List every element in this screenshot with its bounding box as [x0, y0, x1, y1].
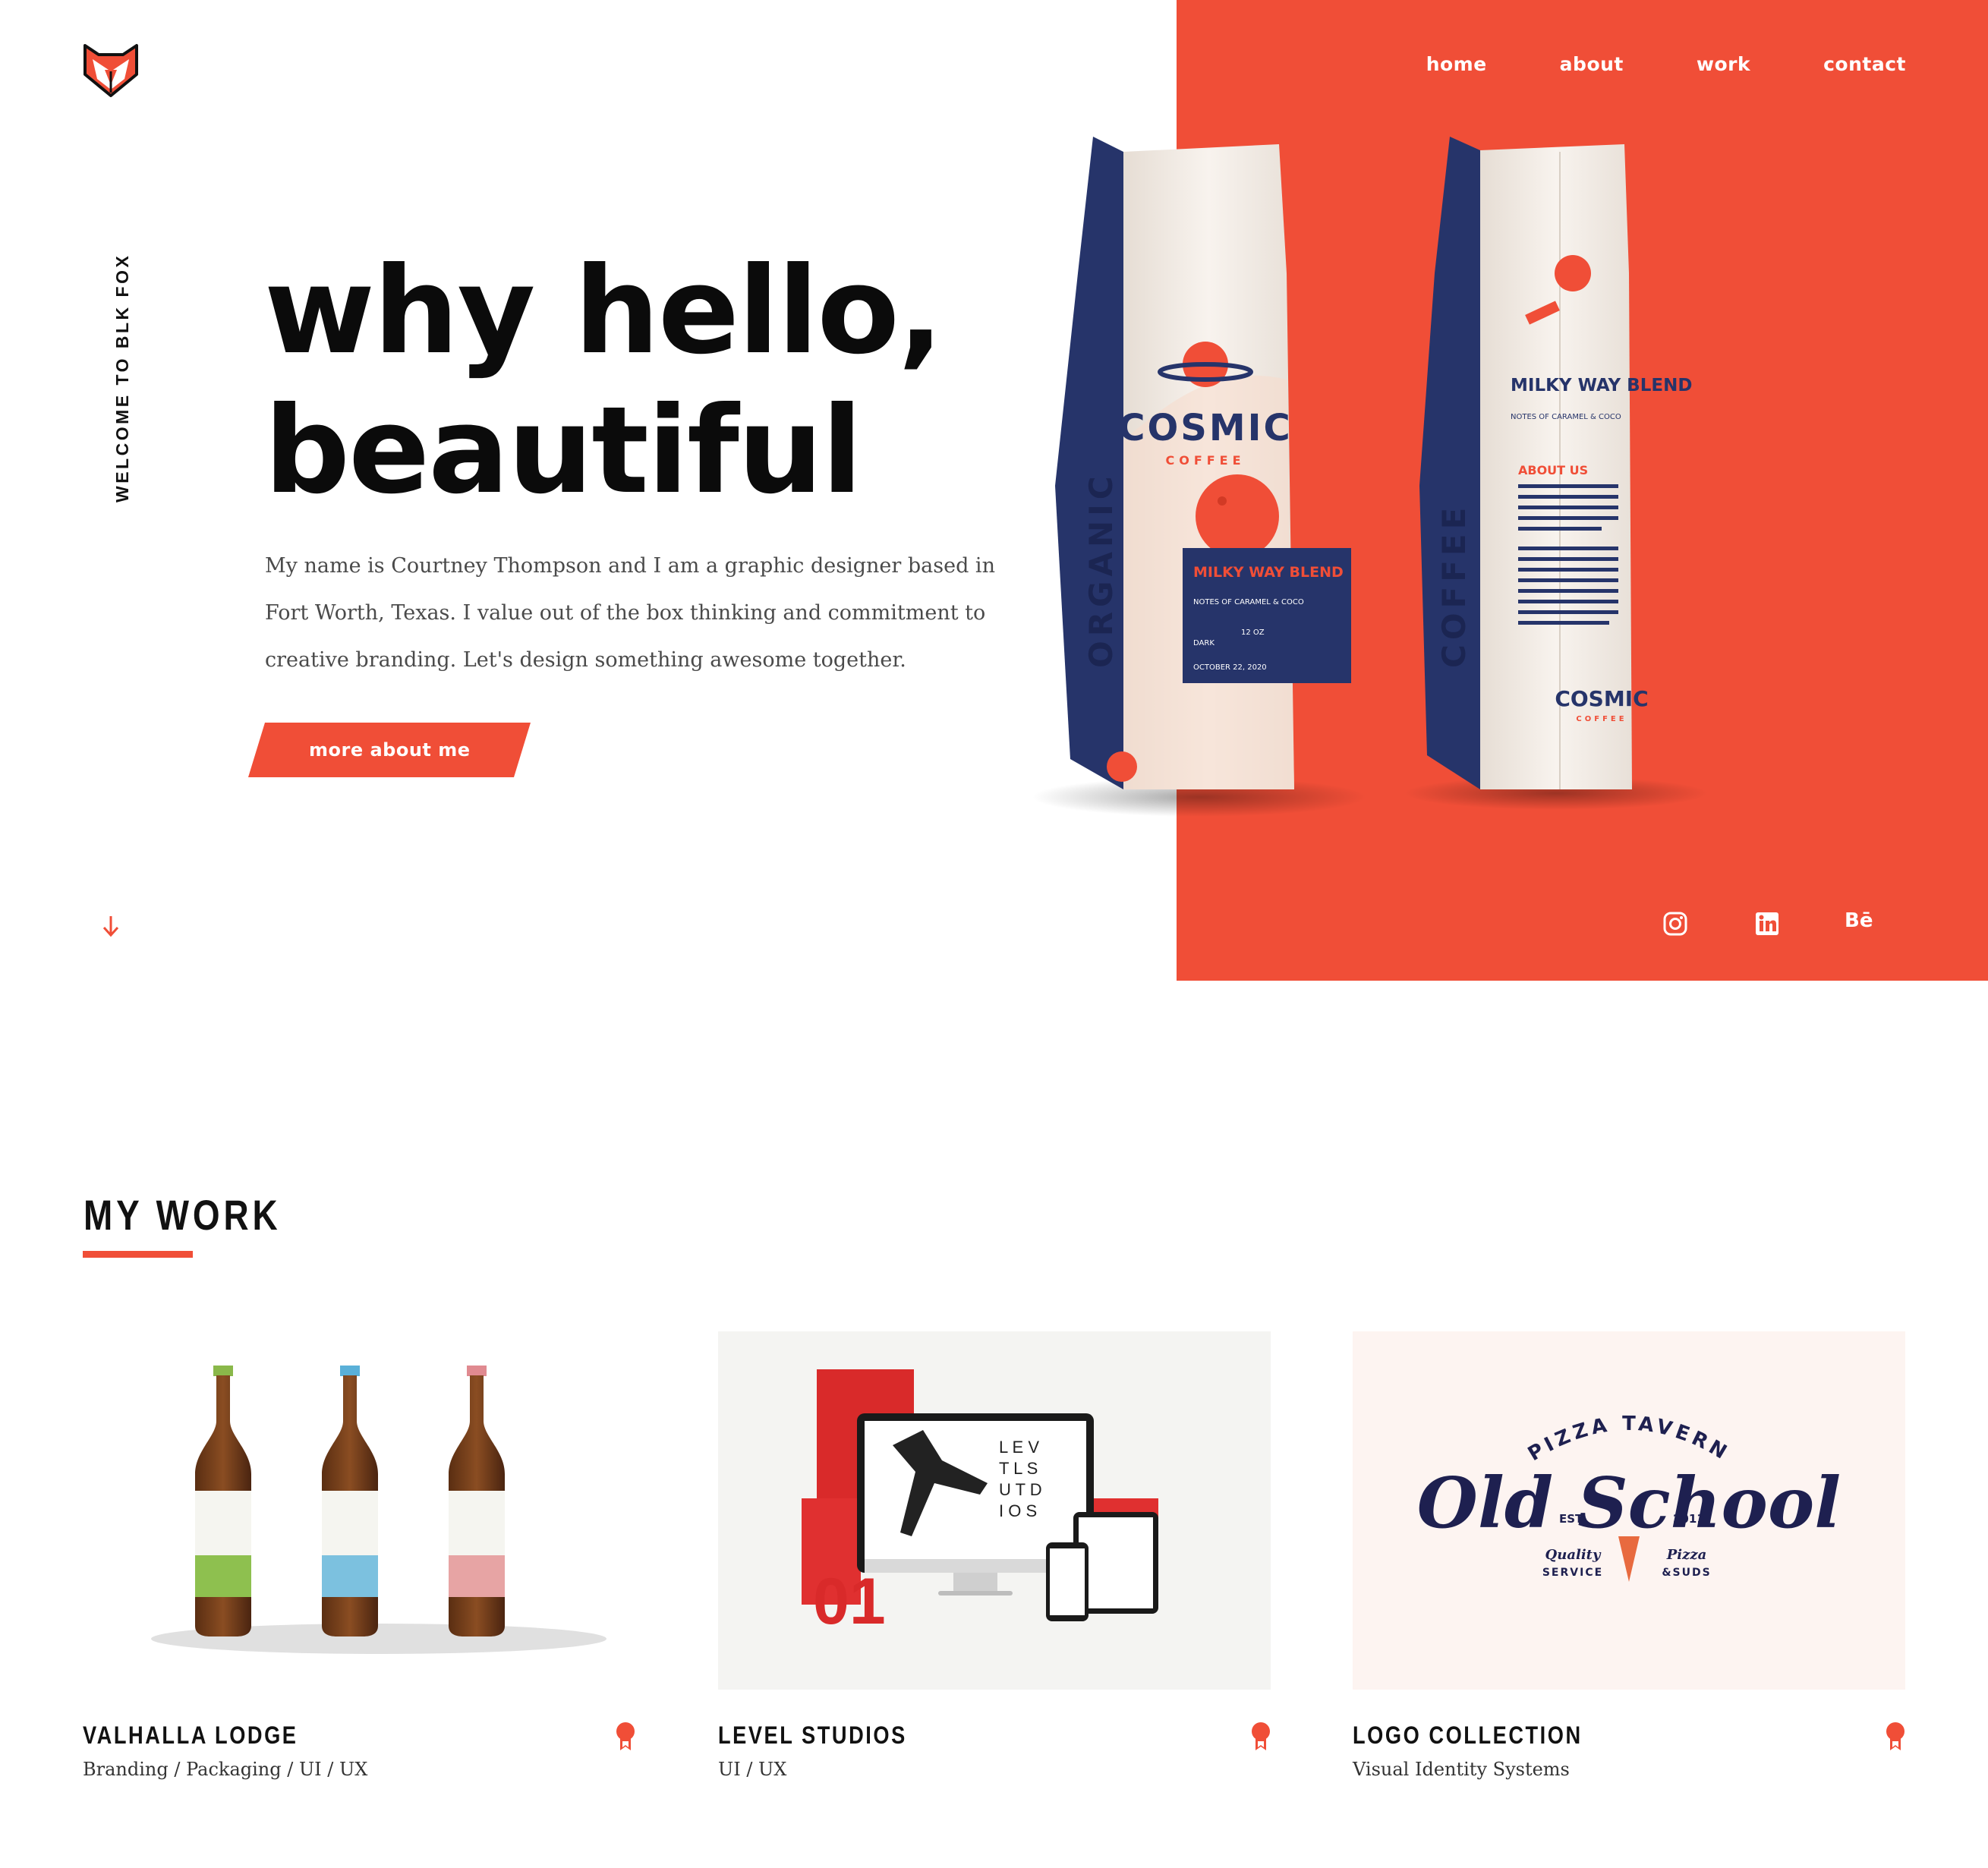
beer-bottles-image [151, 1366, 606, 1654]
back-bag-notes: NOTES OF CARAMEL & COCO [1511, 413, 1621, 421]
logo-left-text: SERVICE [1542, 1567, 1603, 1579]
logo-collection-thumbnail[interactable]: PIZZA TAVERN Old School EST 2011 Quality… [1353, 1331, 1905, 1690]
award-ribbon-icon[interactable] [1886, 1722, 1905, 1752]
back-bag-brand: COSMIC [1555, 686, 1648, 711]
svg-text:PIZZA TAVERN: PIZZA TAVERN [1524, 1413, 1734, 1466]
valhalla-subtitle: Branding / Packaging / UI / UX [83, 1759, 368, 1780]
level-studios-title[interactable]: LEVEL STUDIOS [718, 1722, 907, 1750]
back-coffee-bag: MILKY WAY BLEND NOTES OF CARAMEL & COCO … [1419, 137, 1692, 789]
nav-home[interactable]: home [1426, 53, 1487, 75]
logo-collection-title[interactable]: LOGO COLLECTION [1353, 1722, 1583, 1750]
hero-title-line-1: why hello, [264, 241, 944, 381]
behance-icon[interactable]: Bē [1845, 909, 1873, 932]
award-ribbon-icon[interactable] [1251, 1722, 1271, 1752]
logo-left-script: Quality [1545, 1547, 1602, 1563]
front-bag-sub: COFFEE [1165, 453, 1245, 468]
front-bag-date: OCTOBER 22, 2020 [1193, 663, 1267, 672]
nav-contact[interactable]: contact [1823, 53, 1906, 75]
level-studios-mockup-image: 01 L E V T L S U T D I O S [802, 1369, 1158, 1638]
project-card-level-studios[interactable]: 01 L E V T L S U T D I O S LEVEL STUDIOS U… [718, 1331, 1271, 1780]
back-bag-about: ABOUT US [1518, 463, 1588, 477]
old-school-logo-image: PIZZA TAVERN Old School EST 2011 Quality… [1417, 1413, 1841, 1582]
level-studios-thumbnail[interactable]: 01 L E V T L S U T D I O S [718, 1331, 1271, 1690]
level-studios-subtitle: UI / UX [718, 1759, 787, 1780]
front-bag-brand: COSMIC [1118, 407, 1292, 449]
project-card-logo-collection[interactable]: PIZZA TAVERN Old School EST 2011 Quality… [1353, 1331, 1905, 1780]
my-work-heading: MY WORK [83, 1191, 282, 1239]
fox-logo-icon[interactable] [82, 39, 140, 97]
front-bag-weight: 12 OZ [1241, 628, 1265, 637]
back-bag-sub: COFFEE [1576, 715, 1627, 723]
valhalla-thumbnail[interactable] [83, 1331, 635, 1690]
logo-collection-subtitle: Visual Identity Systems [1353, 1759, 1570, 1780]
nav-work[interactable]: work [1697, 53, 1750, 75]
svg-text:T L S: T L S [999, 1459, 1038, 1478]
svg-text:L E V: L E V [999, 1438, 1039, 1457]
main-nav: home about work contact [1426, 53, 1906, 75]
instagram-icon[interactable] [1662, 911, 1688, 937]
back-bag-side: COFFEE [1435, 503, 1473, 668]
award-ribbon-icon[interactable] [616, 1722, 635, 1752]
hero-title: why hello, beautiful [264, 241, 1099, 521]
arrow-down-icon[interactable] [101, 915, 121, 937]
linkedin-icon[interactable] [1754, 911, 1780, 937]
front-bag-side: ORGANIC [1082, 471, 1120, 668]
front-bag-notes: NOTES OF CARAMEL & COCO [1193, 598, 1304, 606]
svg-text:U T D: U T D [999, 1480, 1042, 1499]
more-about-me-label: more about me [308, 739, 471, 761]
coffee-bags-image: COSMIC COFFEE ORGANIC MILKY WAY BLEND NO… [1032, 137, 1708, 817]
my-work-underline [83, 1251, 193, 1258]
welcome-side-tag: WELCOME TO BLK FOX [112, 253, 132, 502]
logo-year: 2011 [1673, 1512, 1705, 1526]
front-bag-roast: DARK [1193, 639, 1215, 647]
more-about-me-button[interactable]: more about me [247, 723, 531, 777]
logo-est: EST [1559, 1512, 1583, 1526]
hero-intro: My name is Courtney Thompson and I am a … [265, 554, 995, 672]
level-studios-number: 01 [813, 1565, 886, 1638]
nav-about[interactable]: about [1560, 53, 1624, 75]
logo-right-script: Pizza [1666, 1547, 1706, 1563]
valhalla-title[interactable]: VALHALLA LODGE [83, 1722, 298, 1750]
front-coffee-bag: COSMIC COFFEE ORGANIC MILKY WAY BLEND NO… [1055, 137, 1351, 790]
svg-text:I O S: I O S [999, 1501, 1037, 1520]
front-bag-blend: MILKY WAY BLEND [1193, 564, 1344, 581]
logo-right-text: &SUDS [1662, 1567, 1711, 1579]
project-card-valhalla[interactable]: VALHALLA LODGE Branding / Packaging / UI… [83, 1331, 635, 1780]
hero-title-line-2: beautiful [264, 381, 862, 521]
logo-script-text: Old School [1417, 1462, 1841, 1544]
back-bag-title: MILKY WAY BLEND [1511, 376, 1692, 395]
logo-arc-text: PIZZA TAVERN [1524, 1413, 1730, 1466]
